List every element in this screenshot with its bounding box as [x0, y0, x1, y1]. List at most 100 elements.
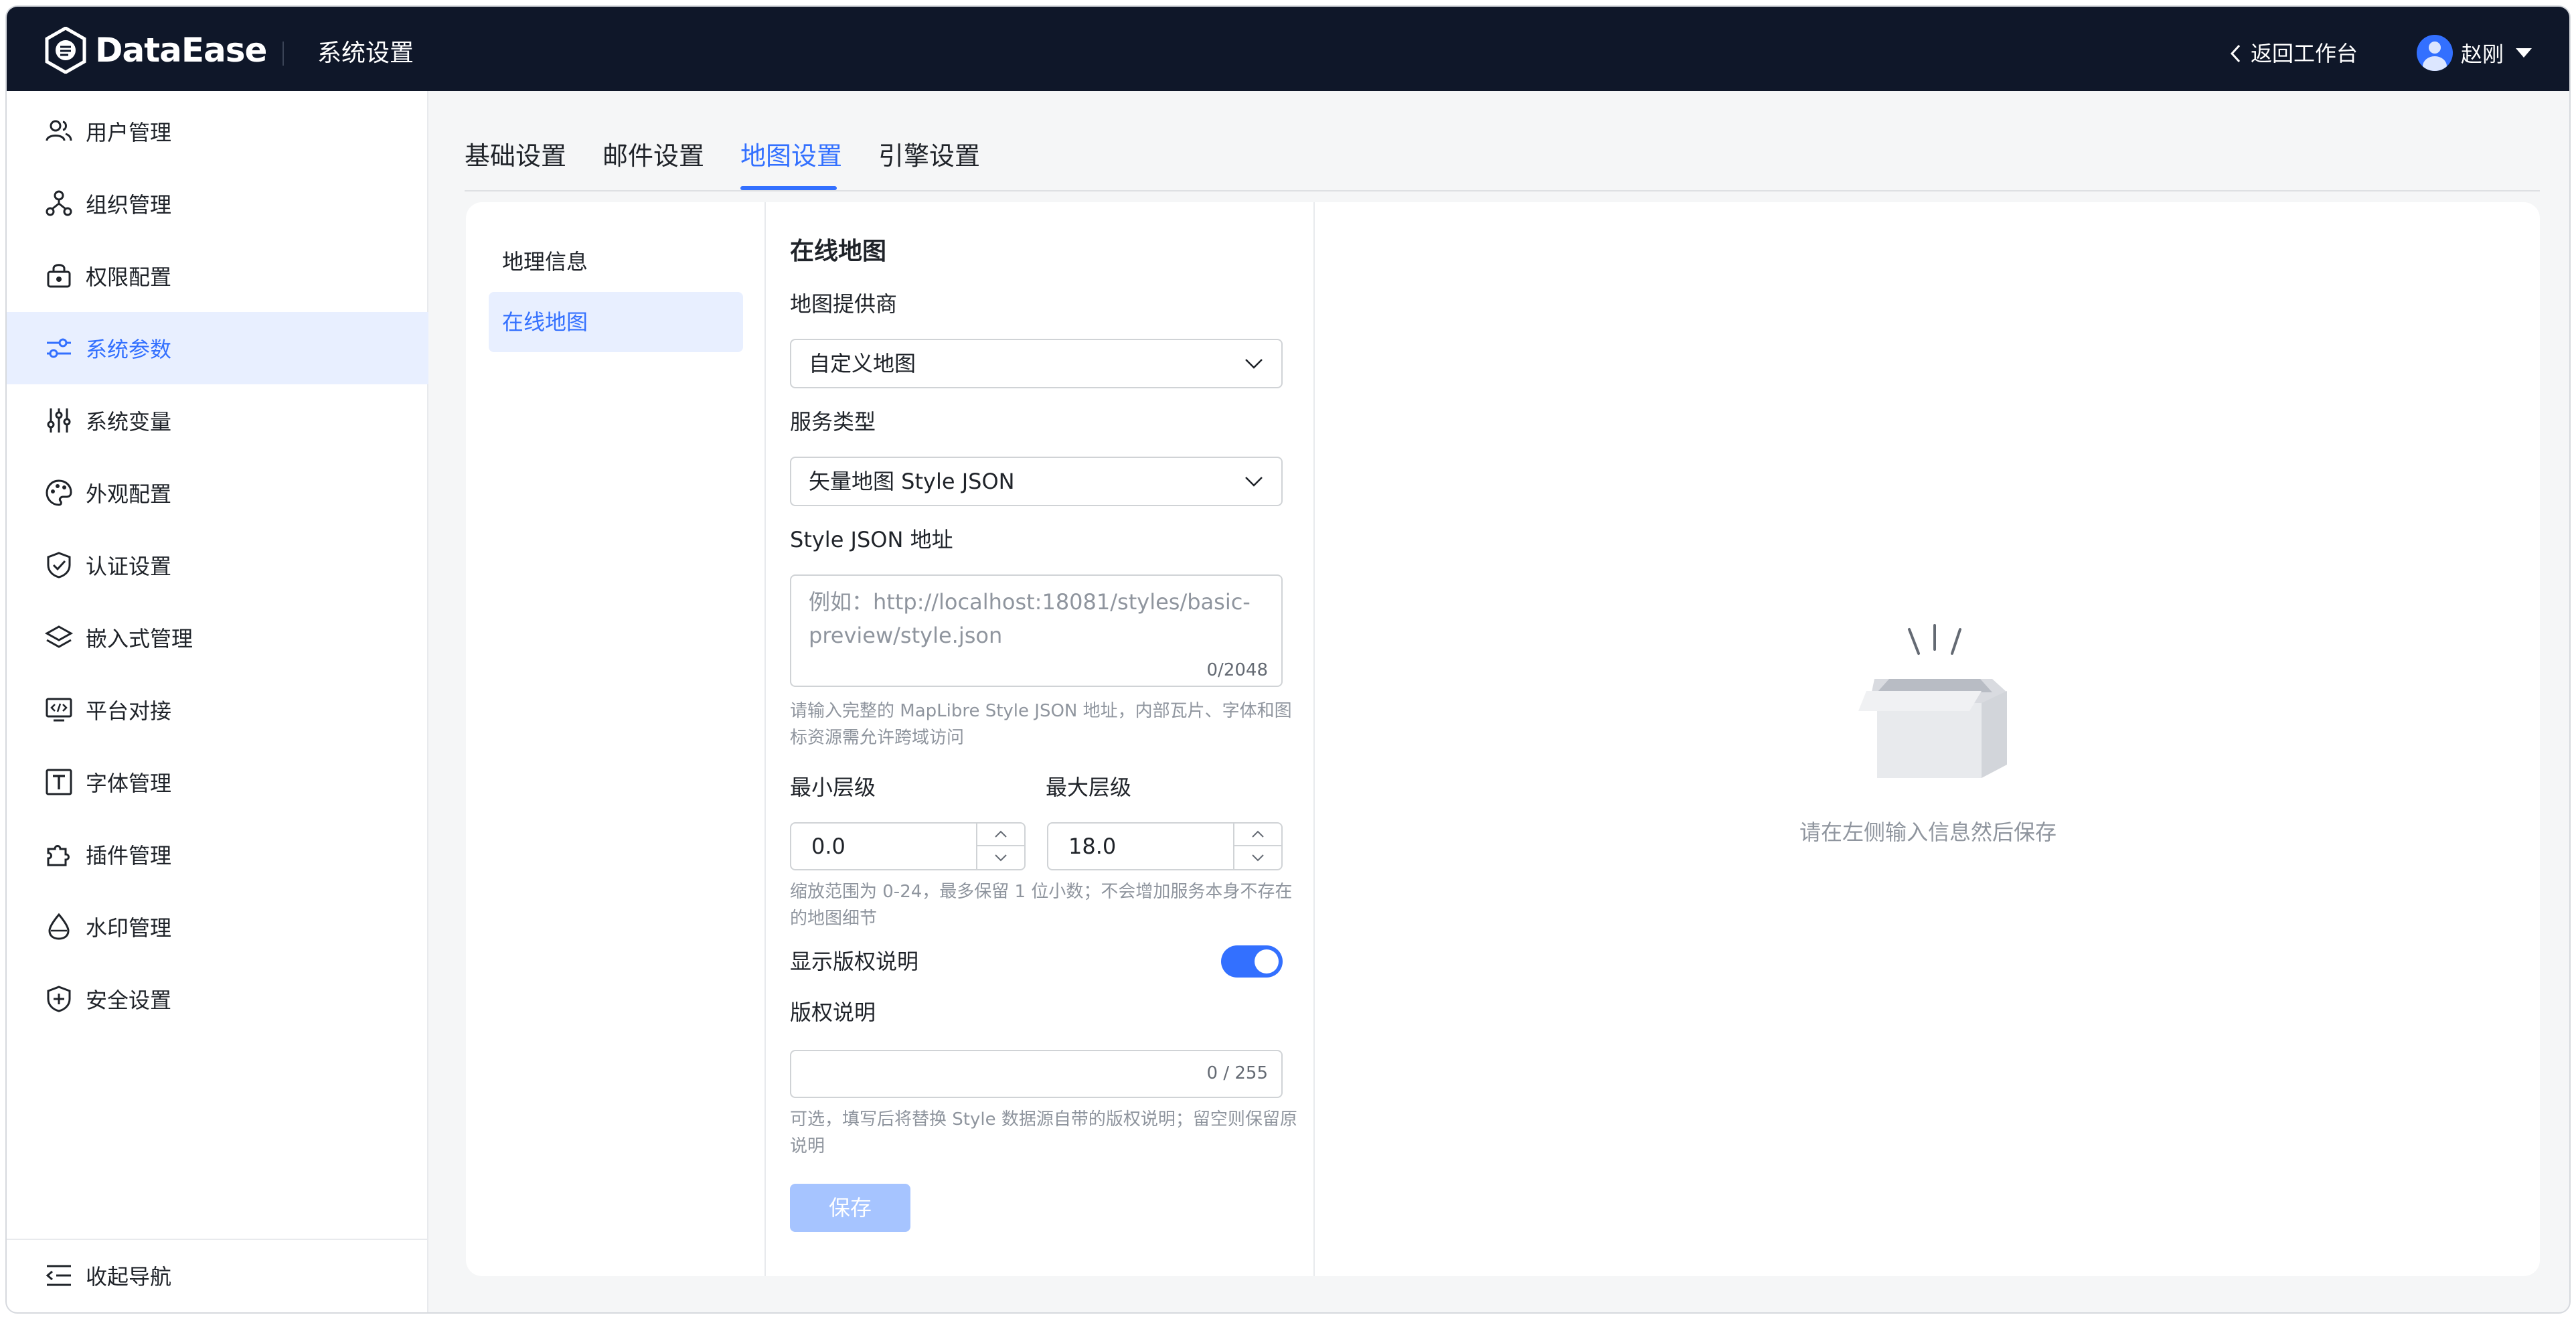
drop-icon — [48, 913, 70, 940]
copyright-input[interactable]: 0 / 255 — [790, 1050, 1283, 1098]
max-zoom-value: 18.0 — [1068, 834, 1117, 859]
service-type-value: 矢量地图 Style JSON — [809, 469, 1015, 494]
collapse-menu-icon — [46, 1265, 71, 1286]
org-icon — [46, 190, 72, 216]
sidebar-item-auth[interactable]: 认证设置 — [7, 529, 428, 601]
sidebar: 用户管理 组织管理 权限配置 系统参数 系统变量 外观配置 认证设置 嵌入式管理… — [7, 91, 428, 1312]
sidebar-item-label: 系统变量 — [86, 409, 172, 435]
monitor-code-icon — [46, 698, 72, 722]
sidebar-item-system-params[interactable]: 系统参数 — [7, 312, 428, 384]
users-icon — [46, 120, 72, 141]
sidebar-item-label: 系统参数 — [86, 337, 172, 362]
variables-icon — [47, 408, 71, 433]
active-tab-indicator — [740, 186, 837, 190]
service-type-label: 服务类型 — [790, 409, 876, 435]
increment-button[interactable] — [977, 824, 1024, 846]
online-map-form: 在线地图 地图提供商 自定义地图 服务类型 矢量地图 Style JSON St… — [766, 202, 1315, 1276]
sidebar-item-users[interactable]: 用户管理 — [7, 95, 428, 167]
shield-plus-icon — [47, 986, 71, 1012]
empty-box-icon — [1858, 624, 2007, 778]
app-window: DataEase 系统设置 返回工作台 赵刚 用户管理 组织管理 权限配置 系统… — [5, 5, 2571, 1314]
max-zoom-input[interactable]: 18.0 — [1047, 822, 1283, 870]
decrement-button[interactable] — [1234, 846, 1281, 869]
sidebar-item-label: 外观配置 — [86, 481, 172, 507]
map-preview-panel: 请在左侧输入信息然后保存 — [1316, 202, 2540, 1276]
max-zoom-stepper — [1233, 824, 1281, 869]
dataease-logo-icon — [45, 27, 86, 74]
style-url-textarea[interactable]: 例如：http://localhost:18081/styles/basic-p… — [790, 574, 1283, 687]
sidebar-item-label: 安全设置 — [86, 988, 172, 1013]
service-type-select[interactable]: 矢量地图 Style JSON — [790, 457, 1283, 506]
sidebar-item-label: 用户管理 — [86, 120, 172, 145]
sidebar-item-label: 水印管理 — [86, 915, 172, 941]
page-title: 系统设置 — [317, 40, 414, 67]
copyright-label: 版权说明 — [790, 1000, 876, 1025]
font-icon — [46, 769, 72, 795]
sidebar-item-org[interactable]: 组织管理 — [7, 167, 428, 240]
sidebar-item-watermark[interactable]: 水印管理 — [7, 890, 428, 963]
sidebar-item-label: 认证设置 — [86, 554, 172, 579]
save-button[interactable]: 保存 — [790, 1184, 910, 1232]
avatar — [2417, 35, 2453, 71]
sidebar-item-platform[interactable]: 平台对接 — [7, 674, 428, 746]
chevron-down-icon — [1245, 359, 1263, 369]
sidebar-item-embedded[interactable]: 嵌入式管理 — [7, 601, 428, 674]
settings-tabs: 基础设置 邮件设置 地图设置 引擎设置 — [465, 135, 2540, 191]
min-zoom-value: 0.0 — [811, 834, 846, 859]
tab-mail[interactable]: 邮件设置 — [602, 135, 704, 177]
back-label: 返回工作台 — [2251, 41, 2358, 66]
sidebar-footer: 收起导航 — [7, 1239, 428, 1312]
min-zoom-input[interactable]: 0.0 — [790, 822, 1026, 870]
decrement-button[interactable] — [977, 846, 1024, 869]
sidebar-item-security[interactable]: 安全设置 — [7, 963, 428, 1035]
copyright-counter: 0 / 255 — [1206, 1063, 1268, 1083]
sidebar-item-system-variables[interactable]: 系统变量 — [7, 384, 428, 457]
chevron-up-icon — [1252, 830, 1264, 838]
sidebar-item-label: 字体管理 — [86, 771, 172, 796]
brand-logo[interactable]: DataEase — [44, 27, 267, 74]
sidebar-item-permissions[interactable]: 权限配置 — [7, 240, 428, 312]
shield-check-icon — [47, 552, 71, 578]
style-url-label: Style JSON 地址 — [790, 527, 953, 552]
back-to-workbench-link[interactable]: 返回工作台 — [2229, 39, 2358, 68]
map-settings-card: 地理信息 在线地图 在线地图 地图提供商 自定义地图 服务类型 矢量地图 Sty… — [466, 202, 2540, 1276]
tab-engine[interactable]: 引擎设置 — [878, 135, 980, 177]
min-zoom-stepper — [976, 824, 1024, 869]
style-url-placeholder: 例如：http://localhost:18081/styles/basic-p… — [809, 589, 1251, 648]
sub-nav-geo-info[interactable]: 地理信息 — [489, 232, 743, 292]
sidebar-item-label: 平台对接 — [86, 698, 172, 724]
sidebar-item-fonts[interactable]: 字体管理 — [7, 746, 428, 818]
empty-state-text: 请在左侧输入信息然后保存 — [1799, 820, 2057, 845]
copyright-help: 可选，填写后将替换 Style 数据源自带的版权说明；留空则保留原说明 — [790, 1109, 1297, 1156]
header-divider — [283, 42, 284, 66]
sidebar-item-label: 权限配置 — [86, 264, 172, 290]
chevron-down-icon — [1252, 854, 1264, 862]
form-title: 在线地图 — [790, 238, 887, 265]
increment-button[interactable] — [1234, 824, 1281, 846]
user-menu[interactable]: 赵刚 — [2417, 35, 2532, 71]
brand-name: DataEase — [95, 31, 267, 70]
zoom-help: 缩放范围为 0-24，最多保留 1 位小数；不会增加服务本身不存在的地图细节 — [790, 882, 1293, 929]
chevron-down-icon — [995, 854, 1007, 862]
tab-map[interactable]: 地图设置 — [740, 135, 842, 177]
sidebar-item-plugins[interactable]: 插件管理 — [7, 818, 428, 890]
sidebar-item-label: 组织管理 — [86, 192, 172, 218]
sub-nav-online-map[interactable]: 在线地图 — [489, 292, 743, 352]
style-url-counter: 0/2048 — [1206, 660, 1268, 680]
collapse-nav-button[interactable]: 收起导航 — [44, 1260, 171, 1291]
min-zoom-label: 最小层级 — [790, 775, 876, 800]
puzzle-icon — [47, 845, 70, 866]
top-bar: DataEase 系统设置 返回工作台 赵刚 — [7, 7, 2569, 91]
sidebar-item-label: 插件管理 — [86, 843, 172, 868]
palette-icon — [46, 479, 72, 506]
provider-select[interactable]: 自定义地图 — [790, 339, 1283, 388]
lock-icon — [47, 264, 71, 288]
chevron-up-icon — [995, 830, 1007, 838]
sliders-icon — [47, 338, 71, 358]
show-copyright-toggle[interactable] — [1221, 945, 1283, 978]
max-zoom-label: 最大层级 — [1046, 775, 1132, 800]
chevron-left-icon — [2230, 44, 2241, 63]
tab-basic[interactable]: 基础设置 — [465, 135, 566, 177]
map-sub-nav: 地理信息 在线地图 — [466, 202, 766, 1276]
sidebar-item-appearance[interactable]: 外观配置 — [7, 457, 428, 529]
